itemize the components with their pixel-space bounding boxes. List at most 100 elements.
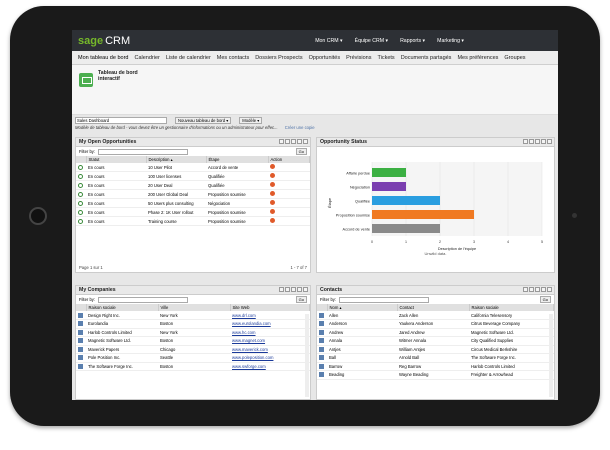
bar[interactable] [372, 168, 406, 177]
nav-equipe-crm[interactable]: Équipe CRM ▾ [355, 38, 388, 44]
tab-tickets[interactable]: Tickets [374, 55, 397, 61]
companies-table: Raison sociale Ville Site Web Design Rig… [76, 304, 310, 371]
contact-icon [319, 372, 324, 378]
table-cell: Citrus Beverage Company [469, 319, 554, 329]
website-link[interactable]: www.hc.com [232, 330, 256, 335]
tab-calendar[interactable]: Calendrier [131, 55, 162, 61]
panel-tools[interactable] [523, 139, 552, 144]
table-row[interactable]: Andrew Jared Andrew Magnetic Software Ltd. [317, 328, 554, 337]
tab-shared-docs[interactable]: Documents partagés [398, 55, 455, 61]
go-button[interactable]: Go [295, 148, 307, 155]
website-link[interactable]: www.maverick.com [232, 347, 268, 352]
filter-input[interactable] [98, 296, 189, 303]
website-link[interactable]: www.drl.com [232, 313, 256, 318]
page-header: Tableau de bord interactif [72, 65, 558, 115]
website-link[interactable]: www.swforge.com [232, 364, 266, 369]
go-button[interactable]: Go [295, 296, 307, 303]
table-row[interactable]: Harlob Controls Limited New York www.hc.co… [76, 328, 310, 337]
table-row[interactable]: Ball Arnold Ball The Software Forge Inc. [317, 353, 554, 363]
panel-tools[interactable] [523, 287, 552, 292]
table-row[interactable]: Magnetic Software Ltd. Boston www.magnet.c… [76, 336, 310, 346]
table-cell: Chicago [158, 345, 230, 354]
table-row[interactable]: Beading Wayne Beading Freighter & Arrowhea… [317, 370, 554, 380]
table-row[interactable]: Anderson Yaukera Anderson Citrus Beverage … [317, 319, 554, 329]
scrollbar[interactable] [305, 314, 309, 397]
table-cell: 100 User licenses [146, 171, 206, 181]
table-cell: Anderson [327, 319, 397, 329]
table-cell: 20 User Deal [146, 180, 206, 190]
table-cell: Négociation [206, 198, 268, 208]
tab-opportunities[interactable]: Opportunités [306, 55, 344, 61]
table-row[interactable]: Allen Zack Allen California Telesensory [317, 311, 554, 320]
tab-calendar-list[interactable]: Liste de calendrier [163, 55, 214, 61]
bar[interactable] [372, 182, 406, 191]
nav-marketing[interactable]: Marketing ▾ [437, 38, 464, 44]
table-row[interactable]: En cours 20 User Deal Qualifiée [76, 180, 310, 190]
table-cell: Maverick Papers [86, 345, 158, 354]
opportunity-icon [78, 182, 83, 188]
company-icon [78, 355, 83, 361]
bar[interactable] [372, 210, 474, 219]
app-screen: sage CRM Mon CRM ▾ Équipe CRM ▾ Rapports… [72, 30, 558, 400]
action-icon[interactable] [270, 209, 275, 214]
new-dashboard-button[interactable]: Nouveau tableau de bord ▾ [175, 116, 232, 124]
model-button[interactable]: Modèle ▾ [239, 116, 263, 124]
go-button[interactable]: Go [539, 296, 551, 303]
website-link[interactable]: www.poleposition.com [232, 355, 273, 360]
website-link[interactable]: www.eurolandia.com [232, 321, 271, 326]
bar[interactable] [372, 224, 440, 233]
company-icon [78, 321, 83, 327]
table-row[interactable]: Barrow Reg Barrow Harlob Controls Limited [317, 362, 554, 371]
table-row[interactable]: Antjes William Antjes Circus Medical Berks… [317, 345, 554, 354]
table-cell: Seattle [158, 353, 230, 363]
action-icon[interactable] [270, 191, 275, 196]
dashboard-select[interactable]: Sales Dashboard [75, 116, 167, 124]
table-cell: 50 Users plus consulting [146, 198, 206, 208]
panel-title: My Open Opportunities [79, 139, 137, 145]
table-cell: Magnetic Software Ltd. [86, 336, 158, 346]
tab-preferences[interactable]: Mes préférences [454, 55, 501, 61]
table-cell: The Software Forge Inc. [86, 362, 158, 371]
create-copy-link[interactable]: Créer une copie [285, 125, 315, 130]
tab-prospects[interactable]: Dossiers Prospects [252, 55, 305, 61]
panel-tools[interactable] [279, 287, 308, 292]
action-icon[interactable] [270, 173, 275, 178]
scrollbar[interactable] [549, 314, 553, 397]
table-cell: Annala [327, 336, 397, 346]
table-row[interactable]: Maverick Papers Chicago www.maverick.com [76, 345, 310, 354]
tab-contacts[interactable]: Mes contacts [214, 55, 252, 61]
action-icon[interactable] [270, 218, 275, 223]
table-row[interactable]: En cours Phase 2: 1K User rollout Proposit… [76, 207, 310, 217]
tab-groups[interactable]: Groupes [501, 55, 528, 61]
table-row[interactable]: Design Right Inc. New York www.drl.com [76, 311, 310, 320]
action-icon[interactable] [270, 182, 275, 187]
action-icon[interactable] [270, 164, 275, 169]
bar[interactable] [372, 196, 440, 205]
home-button[interactable] [29, 207, 47, 225]
companies-panel: My Companies Filter by: Go Raison sociale… [75, 285, 311, 400]
table-row[interactable]: En cours 10 User Pilot Accord de vente [76, 163, 310, 172]
table-row[interactable]: En cours Training course Proposition soumi… [76, 216, 310, 226]
nav-mon-crm[interactable]: Mon CRM ▾ [315, 38, 342, 44]
filter-input[interactable] [339, 296, 430, 303]
nav-rapports[interactable]: Rapports ▾ [400, 38, 425, 44]
filter-input[interactable] [98, 148, 189, 155]
contact-icon [319, 363, 324, 369]
tab-forecasts[interactable]: Prévisions [343, 55, 374, 61]
panel-tools[interactable] [279, 139, 308, 144]
website-link[interactable]: www.magnet.com [232, 338, 265, 343]
table-row[interactable]: The Software Forge Inc. Boston www.swforge… [76, 362, 310, 371]
action-icon[interactable] [270, 200, 275, 205]
page-title: Tableau de bord interactif [98, 70, 138, 82]
table-row[interactable]: En cours 50 Users plus consulting Négociat… [76, 198, 310, 208]
contact-icon [319, 346, 324, 352]
table-row[interactable]: Pole Position Inc. Seattle www.polepositio… [76, 353, 310, 363]
table-row[interactable]: Eurolandia Boston www.eurolandia.com [76, 319, 310, 329]
table-row[interactable]: En cours 100 User licenses Qualifiée [76, 171, 310, 181]
table-cell: Proposition soumise [206, 189, 268, 199]
sub-nav: Mon tableau de bord Calendrier Liste de … [72, 51, 558, 65]
table-row[interactable]: En cours 200 User Global Deal Proposition … [76, 189, 310, 199]
x-tick-label: 3 [473, 240, 475, 244]
tab-dashboard[interactable]: Mon tableau de bord [75, 55, 131, 61]
table-row[interactable]: Annala Witmer Annala City Qualified Suppli… [317, 336, 554, 346]
